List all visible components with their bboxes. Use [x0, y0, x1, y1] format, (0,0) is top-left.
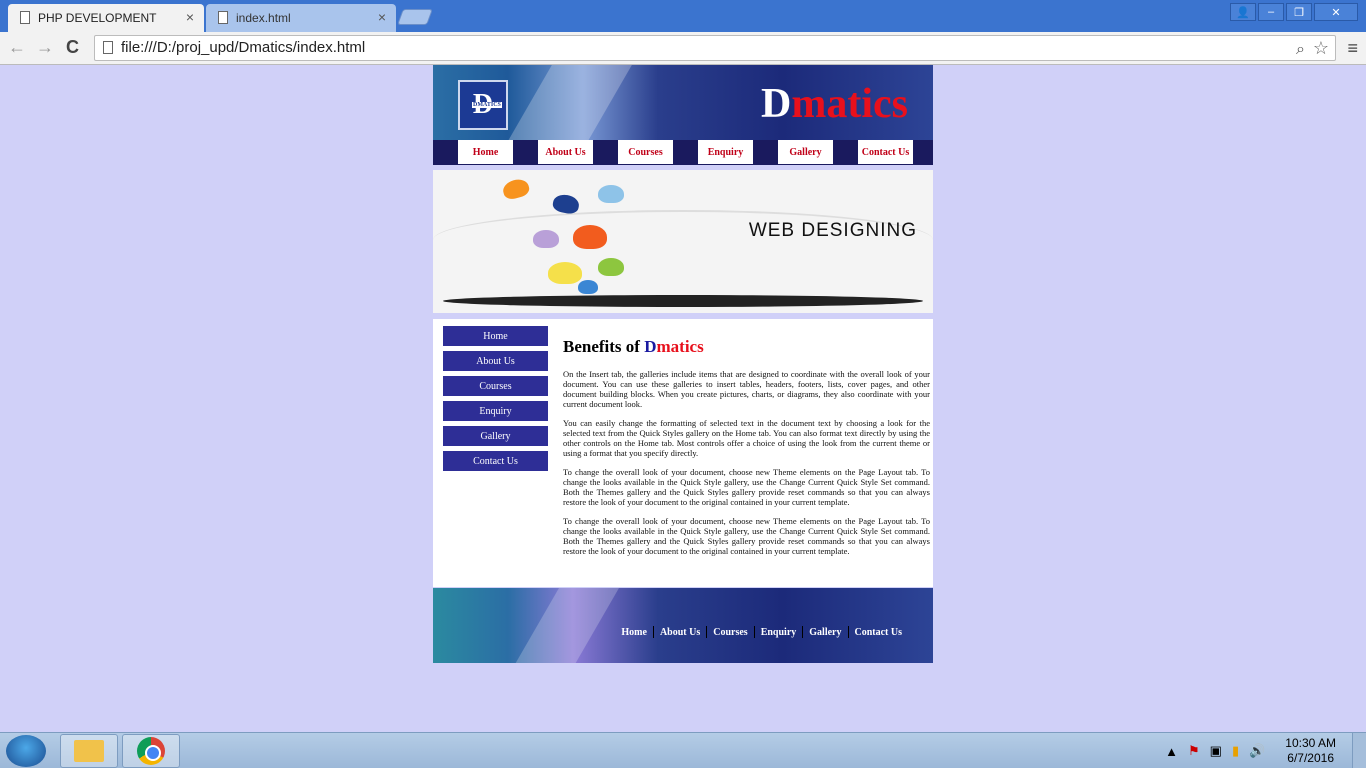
minimize-button[interactable]: – [1258, 3, 1284, 21]
butterfly-icon [598, 258, 624, 276]
topnav-home[interactable]: Home [458, 140, 513, 164]
page-heading: Benefits of Dmatics [563, 337, 930, 357]
tab-index-html[interactable]: index.html × [206, 4, 396, 32]
butterfly-icon [533, 230, 559, 248]
banner-text: WEB DESIGNING [748, 220, 917, 241]
footer-link-about-us[interactable]: About Us [654, 627, 706, 638]
system-tray: ▲ ⚑ ▣ ▮ 🔊 10:30 AM 6/7/2016 [1165, 733, 1336, 768]
file-explorer-taskbar-button[interactable] [60, 734, 118, 768]
action-center-flag-icon[interactable]: ⚑ [1188, 743, 1200, 759]
butterfly-icon [598, 185, 624, 203]
footer-link-home[interactable]: Home [615, 627, 653, 638]
banner-shadow [443, 295, 923, 307]
show-hidden-icons-arrow[interactable]: ▲ [1165, 744, 1178, 759]
bookmark-star-icon[interactable]: ☆ [1313, 36, 1329, 60]
power-icon[interactable]: ▣ [1210, 743, 1222, 759]
tab-title: index.html [236, 11, 291, 25]
document-icon [20, 11, 30, 24]
topnav-gallery[interactable]: Gallery [778, 140, 833, 164]
footer-shine [501, 588, 625, 663]
forward-icon[interactable]: → [36, 37, 54, 58]
show-desktop-button[interactable] [1352, 733, 1366, 768]
close-tab-icon[interactable]: × [186, 9, 194, 25]
url-text: file:///D:/proj_upd/Dmatics/index.html [121, 39, 366, 56]
butterfly-icon [501, 176, 531, 202]
close-window-button[interactable]: ✕ [1314, 3, 1358, 21]
menu-icon[interactable]: ≡ [1347, 38, 1358, 59]
page-icon [103, 41, 113, 54]
chrome-taskbar-button[interactable] [122, 734, 180, 768]
clock-time: 10:30 AM [1285, 736, 1336, 750]
close-tab-icon[interactable]: × [378, 9, 386, 25]
maximize-button[interactable]: ❐ [1286, 3, 1312, 21]
paragraph-3: To change the overall look of your docum… [563, 467, 930, 507]
butterfly-icon [548, 262, 582, 284]
content-area: Home About Us Courses Enquiry Gallery Co… [433, 319, 933, 587]
sidenav-courses[interactable]: Courses [443, 376, 548, 396]
sidenav-enquiry[interactable]: Enquiry [443, 401, 548, 421]
browser-tab-strip: PHP DEVELOPMENT × index.html × 👤 – ❐ ✕ [0, 0, 1366, 32]
web-designing-banner: WEB DESIGNING [433, 170, 933, 313]
site-logo[interactable]: D DMATICS [458, 80, 508, 130]
heading-d: D [644, 337, 657, 356]
logo-small-text: DMATICS [472, 102, 502, 108]
brand-title: Dmatics [761, 81, 908, 127]
site-footer: Home About Us Courses Enquiry Gallery Co… [433, 588, 933, 663]
volume-icon[interactable]: 🔊 [1249, 743, 1265, 759]
header-shine [488, 65, 638, 140]
document-icon [218, 11, 228, 24]
heading-rest: matics [656, 337, 704, 356]
brand-d: D [761, 81, 792, 127]
reload-icon[interactable]: C [66, 37, 79, 58]
window-controls: 👤 – ❐ ✕ [1230, 3, 1358, 21]
clock-date: 6/7/2016 [1287, 751, 1334, 765]
topnav-about-us[interactable]: About Us [538, 140, 593, 164]
sidenav-about-us[interactable]: About Us [443, 351, 548, 371]
footer-link-gallery[interactable]: Gallery [803, 627, 847, 638]
tab-php-development[interactable]: PHP DEVELOPMENT × [8, 4, 204, 32]
zoom-icon[interactable]: ⌕ [1296, 38, 1305, 62]
topnav-courses[interactable]: Courses [618, 140, 673, 164]
sidenav-home[interactable]: Home [443, 326, 548, 346]
site-container: D DMATICS Dmatics Home About Us Courses … [433, 65, 933, 663]
paragraph-1: On the Insert tab, the galleries include… [563, 369, 930, 409]
butterfly-icon [551, 192, 581, 216]
address-bar[interactable]: file:///D:/proj_upd/Dmatics/index.html ⌕… [94, 35, 1336, 61]
footer-link-courses[interactable]: Courses [707, 627, 753, 638]
windows-taskbar: ▲ ⚑ ▣ ▮ 🔊 10:30 AM 6/7/2016 [0, 732, 1366, 768]
browser-toolbar: ← → C file:///D:/proj_upd/Dmatics/index.… [0, 32, 1366, 65]
footer-link-contact-us[interactable]: Contact Us [849, 627, 909, 638]
new-tab-button[interactable] [397, 9, 433, 25]
topnav-enquiry[interactable]: Enquiry [698, 140, 753, 164]
tab-title: PHP DEVELOPMENT [38, 11, 157, 25]
sidenav-gallery[interactable]: Gallery [443, 426, 548, 446]
footer-link-enquiry[interactable]: Enquiry [755, 627, 803, 638]
sidenav-contact-us[interactable]: Contact Us [443, 451, 548, 471]
brand-rest: matics [791, 81, 908, 127]
paragraph-4: To change the overall look of your docum… [563, 516, 930, 556]
butterfly-icon [578, 280, 598, 294]
folder-icon [74, 740, 104, 762]
footer-nav: Home About Us Courses Enquiry Gallery Co… [615, 626, 908, 638]
system-clock[interactable]: 10:30 AM 6/7/2016 [1285, 736, 1336, 766]
user-icon[interactable]: 👤 [1230, 3, 1256, 21]
topnav-contact-us[interactable]: Contact Us [858, 140, 913, 164]
top-nav: Home About Us Courses Enquiry Gallery Co… [433, 140, 933, 165]
site-header: D DMATICS Dmatics [433, 65, 933, 140]
paragraph-2: You can easily change the formatting of … [563, 418, 930, 458]
back-icon[interactable]: ← [8, 37, 26, 58]
heading-prefix: Benefits of [563, 337, 645, 356]
chrome-icon [137, 737, 165, 765]
network-signal-icon[interactable]: ▮ [1232, 743, 1239, 759]
main-article: Benefits of Dmatics On the Insert tab, t… [563, 337, 930, 565]
start-button-icon[interactable] [6, 735, 46, 767]
butterfly-icon [573, 225, 607, 249]
